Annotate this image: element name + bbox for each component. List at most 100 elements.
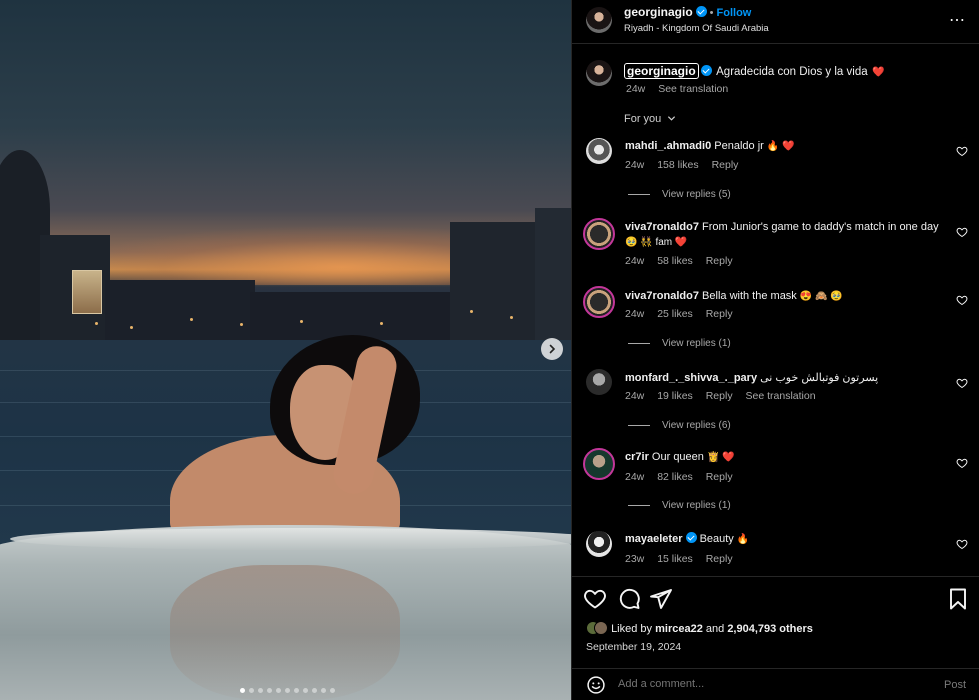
caption-avatar[interactable] xyxy=(586,60,612,86)
comment-age[interactable]: 24w xyxy=(625,159,644,171)
like-comment-icon[interactable] xyxy=(956,226,968,238)
comment-likes[interactable]: 19 likes xyxy=(657,390,693,402)
share-icon[interactable] xyxy=(649,587,673,611)
emoji-icon[interactable] xyxy=(586,675,606,695)
woman-figure xyxy=(150,335,420,545)
chevron-down-icon xyxy=(668,116,676,121)
liker-avatar xyxy=(594,621,608,635)
liked-by-and: and xyxy=(705,623,725,635)
boat-rim xyxy=(10,528,571,550)
reply-button[interactable]: Reply xyxy=(706,255,733,267)
commenter-username[interactable]: monfard_._shivva_._pary xyxy=(625,372,757,384)
verified-badge-icon xyxy=(685,532,697,543)
comment-text: پسرتون فوتبالش خوب نی xyxy=(760,372,879,384)
liked-by-user[interactable]: mircea22 xyxy=(655,623,703,635)
comment-age[interactable]: 24w xyxy=(625,390,644,402)
see-translation-link[interactable]: See translation xyxy=(746,390,816,402)
caption-text: Agradecida con Dios y la vida xyxy=(716,66,868,78)
comment-age[interactable]: 24w xyxy=(625,308,644,320)
billboard xyxy=(72,270,102,314)
carousel-indicator xyxy=(240,688,335,693)
author-username[interactable]: georginagio xyxy=(624,5,693,19)
like-comment-icon[interactable] xyxy=(956,145,968,157)
comment-emoji: 🔥 xyxy=(736,534,750,545)
comment-sort-dropdown[interactable]: For you xyxy=(624,113,676,125)
skyline-mid xyxy=(250,292,450,340)
comment-sort-label: For you xyxy=(624,113,662,125)
see-translation-link[interactable]: See translation xyxy=(658,83,728,95)
post-date[interactable]: September 19, 2024 xyxy=(586,641,681,653)
likes-count[interactable]: 2,904,793 others xyxy=(727,623,813,635)
post-media[interactable] xyxy=(0,0,571,700)
chevron-right-icon xyxy=(549,344,556,354)
add-comment-bar: Post xyxy=(572,668,979,700)
comment-age[interactable]: 24w xyxy=(625,255,644,267)
commenter-username[interactable]: viva7ronaldo7 xyxy=(625,221,699,233)
commenter-avatar[interactable] xyxy=(586,369,612,395)
like-comment-icon[interactable] xyxy=(956,457,968,469)
comment-emoji: 👸 ❤️ xyxy=(706,452,735,463)
verified-badge-icon xyxy=(695,6,707,17)
more-options-icon[interactable]: ⋯ xyxy=(949,10,966,30)
follow-button[interactable]: Follow xyxy=(717,7,752,19)
comment-emoji: 😍 🙈 🥹 xyxy=(799,291,843,302)
right-tower xyxy=(535,208,571,342)
view-replies-button[interactable]: View replies (6) xyxy=(628,420,731,431)
author-avatar[interactable] xyxy=(586,7,612,33)
post-actions xyxy=(572,584,979,614)
comment-likes[interactable]: 82 likes xyxy=(657,471,693,483)
comment-text: Our queen xyxy=(651,451,704,463)
commenter-username[interactable]: cr7ir xyxy=(625,451,649,463)
comment-input[interactable] xyxy=(618,678,918,690)
reply-button[interactable]: Reply xyxy=(706,553,733,565)
like-comment-icon[interactable] xyxy=(956,377,968,389)
comment-likes[interactable]: 15 likes xyxy=(657,553,693,565)
carousel-dot xyxy=(330,688,335,693)
reply-button[interactable]: Reply xyxy=(706,471,733,483)
caption-username[interactable]: georginagio xyxy=(624,63,699,79)
comment-age[interactable]: 24w xyxy=(625,471,644,483)
commenter-avatar[interactable] xyxy=(586,531,612,557)
comment-text: Bella with the mask xyxy=(702,290,797,302)
reply-button[interactable]: Reply xyxy=(706,308,733,320)
view-replies-button[interactable]: View replies (1) xyxy=(628,338,731,349)
view-replies-button[interactable]: View replies (5) xyxy=(628,189,731,200)
commenter-avatar[interactable] xyxy=(586,138,612,164)
carousel-dot xyxy=(285,688,290,693)
comment-icon[interactable] xyxy=(617,587,641,611)
commenter-username[interactable]: mayaeleter xyxy=(625,533,683,545)
reply-button[interactable]: Reply xyxy=(706,390,733,402)
like-comment-icon[interactable] xyxy=(956,538,968,550)
carousel-dot xyxy=(321,688,326,693)
comment-emoji: 🔥 ❤️ xyxy=(766,141,795,152)
comment-text: Beauty xyxy=(699,533,734,545)
comment-likes[interactable]: 25 likes xyxy=(657,308,693,320)
commenter-username[interactable]: viva7ronaldo7 xyxy=(625,290,699,302)
commenter-username[interactable]: mahdi_.ahmadi0 xyxy=(625,140,711,152)
save-bookmark-icon[interactable] xyxy=(946,587,970,611)
comment-likes[interactable]: 158 likes xyxy=(657,159,698,171)
view-replies-button[interactable]: View replies (1) xyxy=(628,500,731,511)
separator-dot: • xyxy=(709,7,714,19)
carousel-dot xyxy=(267,688,272,693)
next-slide-button[interactable] xyxy=(541,338,563,360)
carousel-dot xyxy=(303,688,308,693)
like-icon[interactable] xyxy=(583,587,607,611)
commenter-avatar[interactable] xyxy=(583,218,615,250)
caption-age[interactable]: 24w xyxy=(626,83,645,95)
reply-button[interactable]: Reply xyxy=(712,159,739,171)
carousel-dot xyxy=(249,688,254,693)
caption-emoji: ❤️ xyxy=(872,67,885,78)
verified-badge-icon xyxy=(700,65,712,76)
like-comment-icon[interactable] xyxy=(956,294,968,306)
post-location[interactable]: Riyadh - Kingdom Of Saudi Arabia xyxy=(624,23,769,34)
post-header: georginagio • Follow Riyadh - Kingdom Of S… xyxy=(572,0,979,44)
carousel-dot xyxy=(258,688,263,693)
comment-emoji: 🥹 👯 fam ❤️ xyxy=(625,237,688,248)
post-comment-button[interactable]: Post xyxy=(944,679,966,691)
comment-likes[interactable]: 58 likes xyxy=(657,255,693,267)
comment-age[interactable]: 23w xyxy=(625,553,644,565)
likes-summary[interactable]: Liked by mircea22 and 2,904,793 others xyxy=(586,621,813,635)
commenter-avatar[interactable] xyxy=(583,286,615,318)
commenter-avatar[interactable] xyxy=(583,448,615,480)
